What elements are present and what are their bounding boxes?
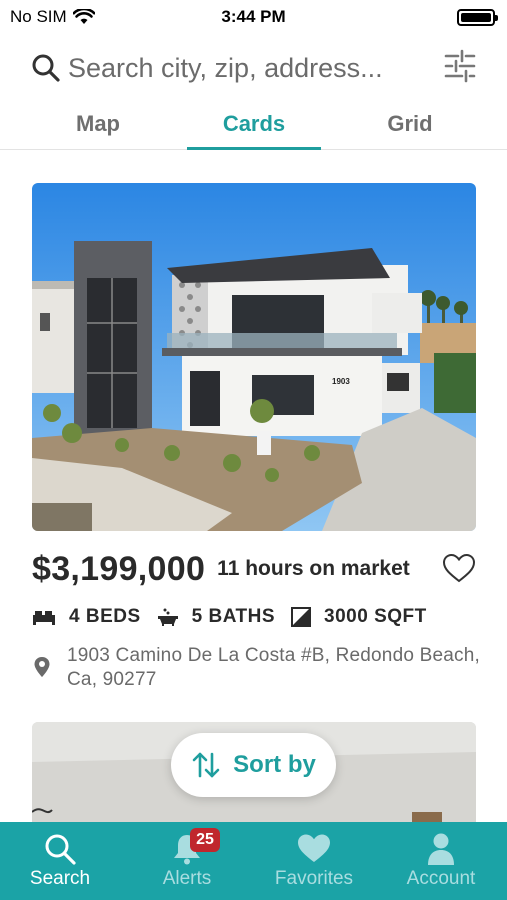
baths-label: 5 BATHS <box>191 606 276 627</box>
listing-specs: 4 BEDS 5 BATHS 3000 SQFT <box>32 600 443 634</box>
bathtub-icon <box>157 608 178 626</box>
spec-sqft: 3000 SQFT <box>291 606 427 628</box>
active-tab-indicator <box>187 147 321 150</box>
house-number-sign: 1903 <box>332 377 350 386</box>
time-on-market: 11 hours on market <box>217 557 410 580</box>
clock: 3:44 PM <box>221 7 286 26</box>
bottom-nav: Search 25 Alerts Favorites Account <box>0 822 507 900</box>
bed-icon <box>33 611 55 625</box>
filter-icon[interactable] <box>442 48 478 84</box>
area-icon <box>291 607 312 627</box>
address-line-2: Ca, 90277 <box>67 669 157 690</box>
search-input[interactable] <box>68 48 428 88</box>
nav-account-label: Account <box>406 868 476 889</box>
favorite-heart-icon[interactable] <box>442 552 476 584</box>
sort-button[interactable]: Sort by <box>171 733 336 797</box>
house-image: 1903 <box>32 183 476 531</box>
status-bar: No SIM 3:44 PM <box>0 0 507 34</box>
nav-account[interactable]: Account <box>391 822 491 900</box>
nav-search[interactable]: Search <box>10 822 110 900</box>
nav-favorites[interactable]: Favorites <box>264 822 364 900</box>
nav-alerts-label: Alerts <box>162 868 212 889</box>
sort-arrows-icon <box>192 752 220 778</box>
battery-icon <box>457 9 498 26</box>
nav-search-label: Search <box>29 868 91 889</box>
heart-icon <box>298 834 330 862</box>
address-line-1: 1903 Camino De La Costa #B, Redondo Beac… <box>67 645 480 666</box>
listing-price-row: $3,199,000 11 hours on market <box>32 547 476 591</box>
tab-cards[interactable]: Cards <box>187 104 321 150</box>
nav-favorites-label: Favorites <box>274 868 354 889</box>
sort-label: Sort by <box>233 751 316 778</box>
alerts-badge: 25 <box>190 828 220 852</box>
listing-photo[interactable]: 1903 <box>32 183 476 531</box>
listing-price: $3,199,000 <box>32 549 206 588</box>
person-icon <box>428 833 454 865</box>
location-pin-icon <box>34 657 50 677</box>
tab-grid[interactable]: Grid <box>350 104 470 150</box>
spec-baths: 5 BATHS <box>157 606 275 628</box>
listing-address: 1903 Camino De La Costa #B, Redondo Beac… <box>67 644 487 692</box>
tab-map[interactable]: Map <box>38 104 158 150</box>
listing-address-row[interactable]: 1903 Camino De La Costa #B, Redondo Beac… <box>32 644 480 694</box>
spec-beds: 4 BEDS <box>32 606 141 628</box>
search-icon <box>32 54 60 82</box>
search-bar <box>0 40 507 96</box>
beds-label: 4 BEDS <box>69 606 141 627</box>
nav-alerts[interactable]: 25 Alerts <box>137 822 237 900</box>
search-icon <box>45 834 76 865</box>
sqft-label: 3000 SQFT <box>324 606 427 627</box>
view-tabs: Map Cards Grid <box>0 104 507 150</box>
